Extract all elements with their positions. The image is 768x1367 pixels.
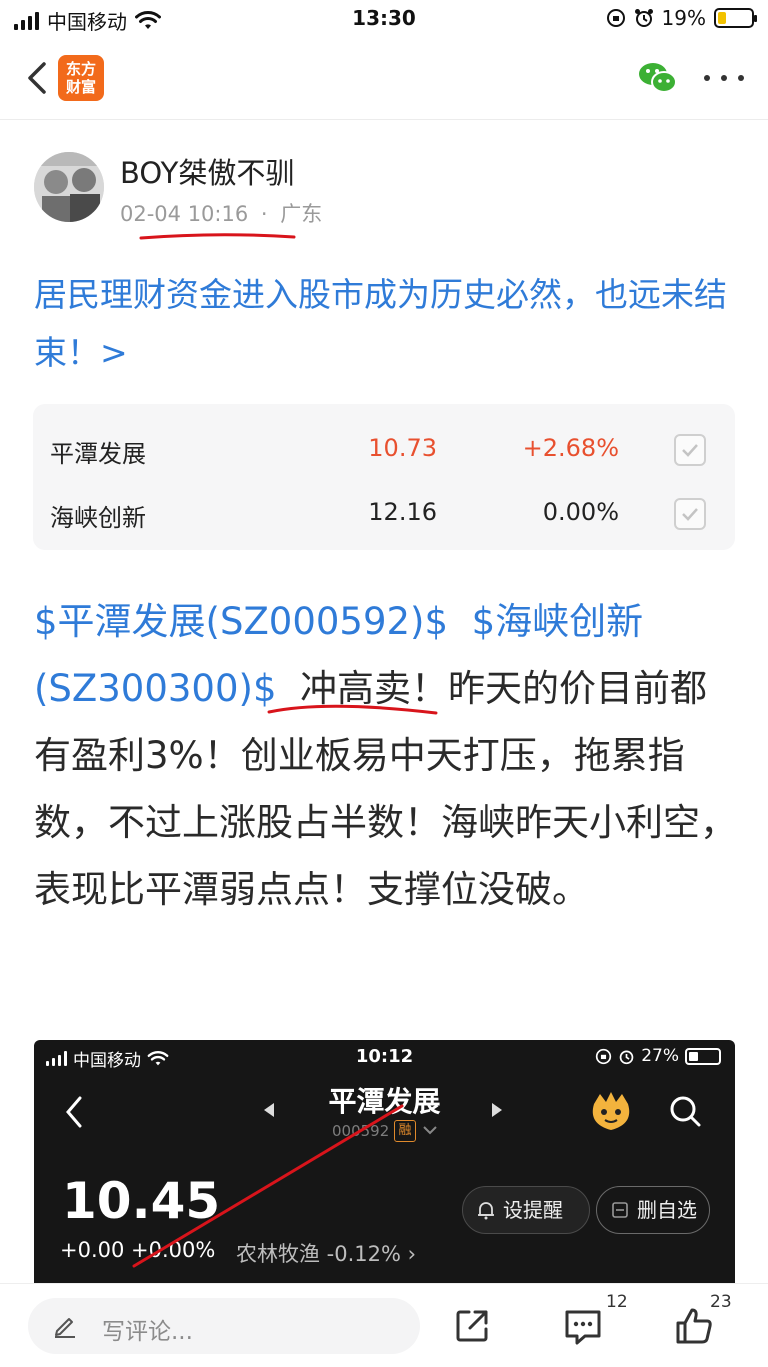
post-date: 02-04 10:16 xyxy=(120,202,249,226)
avatar[interactable] xyxy=(34,152,104,222)
diagonal-line-annotation xyxy=(132,1104,404,1268)
stock-row[interactable]: 平潭发展 10.73 +2.68% xyxy=(33,412,735,476)
thumbs-up-icon[interactable] xyxy=(674,1306,714,1346)
comment-icon[interactable] xyxy=(563,1308,603,1346)
avatar-image xyxy=(34,152,104,222)
app-logo-line1: 东方 xyxy=(65,60,96,78)
back-icon[interactable] xyxy=(22,58,52,98)
stock-name: 海峡创新 xyxy=(50,504,146,532)
orientation-lock-icon xyxy=(606,9,625,27)
nav-bar: 东方 财富 xyxy=(0,40,768,120)
watchlist-check-icon[interactable] xyxy=(674,498,706,530)
post-body: $平潭发展(SZ000592)$ $海峡创新(SZ300300)$ 冲高卖！昨天… xyxy=(34,588,738,923)
stock-change: +2.68% xyxy=(522,434,619,462)
stock-tag-link[interactable]: $平潭发展(SZ000592)$ xyxy=(34,600,448,643)
alarm-icon xyxy=(634,9,653,27)
embedded-screenshot[interactable]: 中国移动 10:12 27% 平潭发展 000592 融 10.45 +0.00… xyxy=(34,1040,735,1300)
pen-icon xyxy=(55,1318,75,1338)
comment-placeholder: 写评论... xyxy=(102,1319,193,1345)
battery-percent: 19% xyxy=(661,6,706,30)
stock-price: 12.16 xyxy=(368,498,437,526)
stock-change: 0.00% xyxy=(542,498,619,526)
bottom-bar: 写评论... 12 23 xyxy=(0,1283,768,1367)
status-right: 19% xyxy=(606,6,757,30)
comment-count: 12 xyxy=(606,1292,628,1312)
comment-input[interactable]: 写评论... xyxy=(28,1298,420,1354)
stock-name: 平潭发展 xyxy=(50,440,146,468)
watchlist-check-icon[interactable] xyxy=(674,434,706,466)
wechat-share-icon[interactable] xyxy=(636,60,680,96)
highlight-underline-annotation xyxy=(267,704,438,715)
app-logo[interactable]: 东方 财富 xyxy=(58,55,104,101)
battery-icon xyxy=(714,8,757,28)
like-count: 23 xyxy=(710,1292,732,1312)
post-meta: 02-04 10:16 · 广东 xyxy=(120,198,328,228)
post-location: 广东 xyxy=(280,202,323,226)
status-bar: 中国移动 13:30 19% xyxy=(0,0,768,40)
date-underline-annotation xyxy=(139,233,296,240)
more-icon[interactable] xyxy=(704,64,744,92)
post-title-link[interactable]: 居民理财资金进入股市成为历史必然，也远未结束！> xyxy=(34,266,734,382)
author-name[interactable]: BOY桀傲不驯 xyxy=(120,150,294,192)
stock-row[interactable]: 海峡创新 12.16 0.00% xyxy=(33,476,735,540)
stock-card: 平潭发展 10.73 +2.68% 海峡创新 12.16 0.00% xyxy=(33,404,735,550)
share-icon[interactable] xyxy=(454,1308,490,1344)
app-logo-line2: 财富 xyxy=(65,78,96,96)
meta-separator: · xyxy=(260,202,268,226)
stock-price: 10.73 xyxy=(368,434,437,462)
